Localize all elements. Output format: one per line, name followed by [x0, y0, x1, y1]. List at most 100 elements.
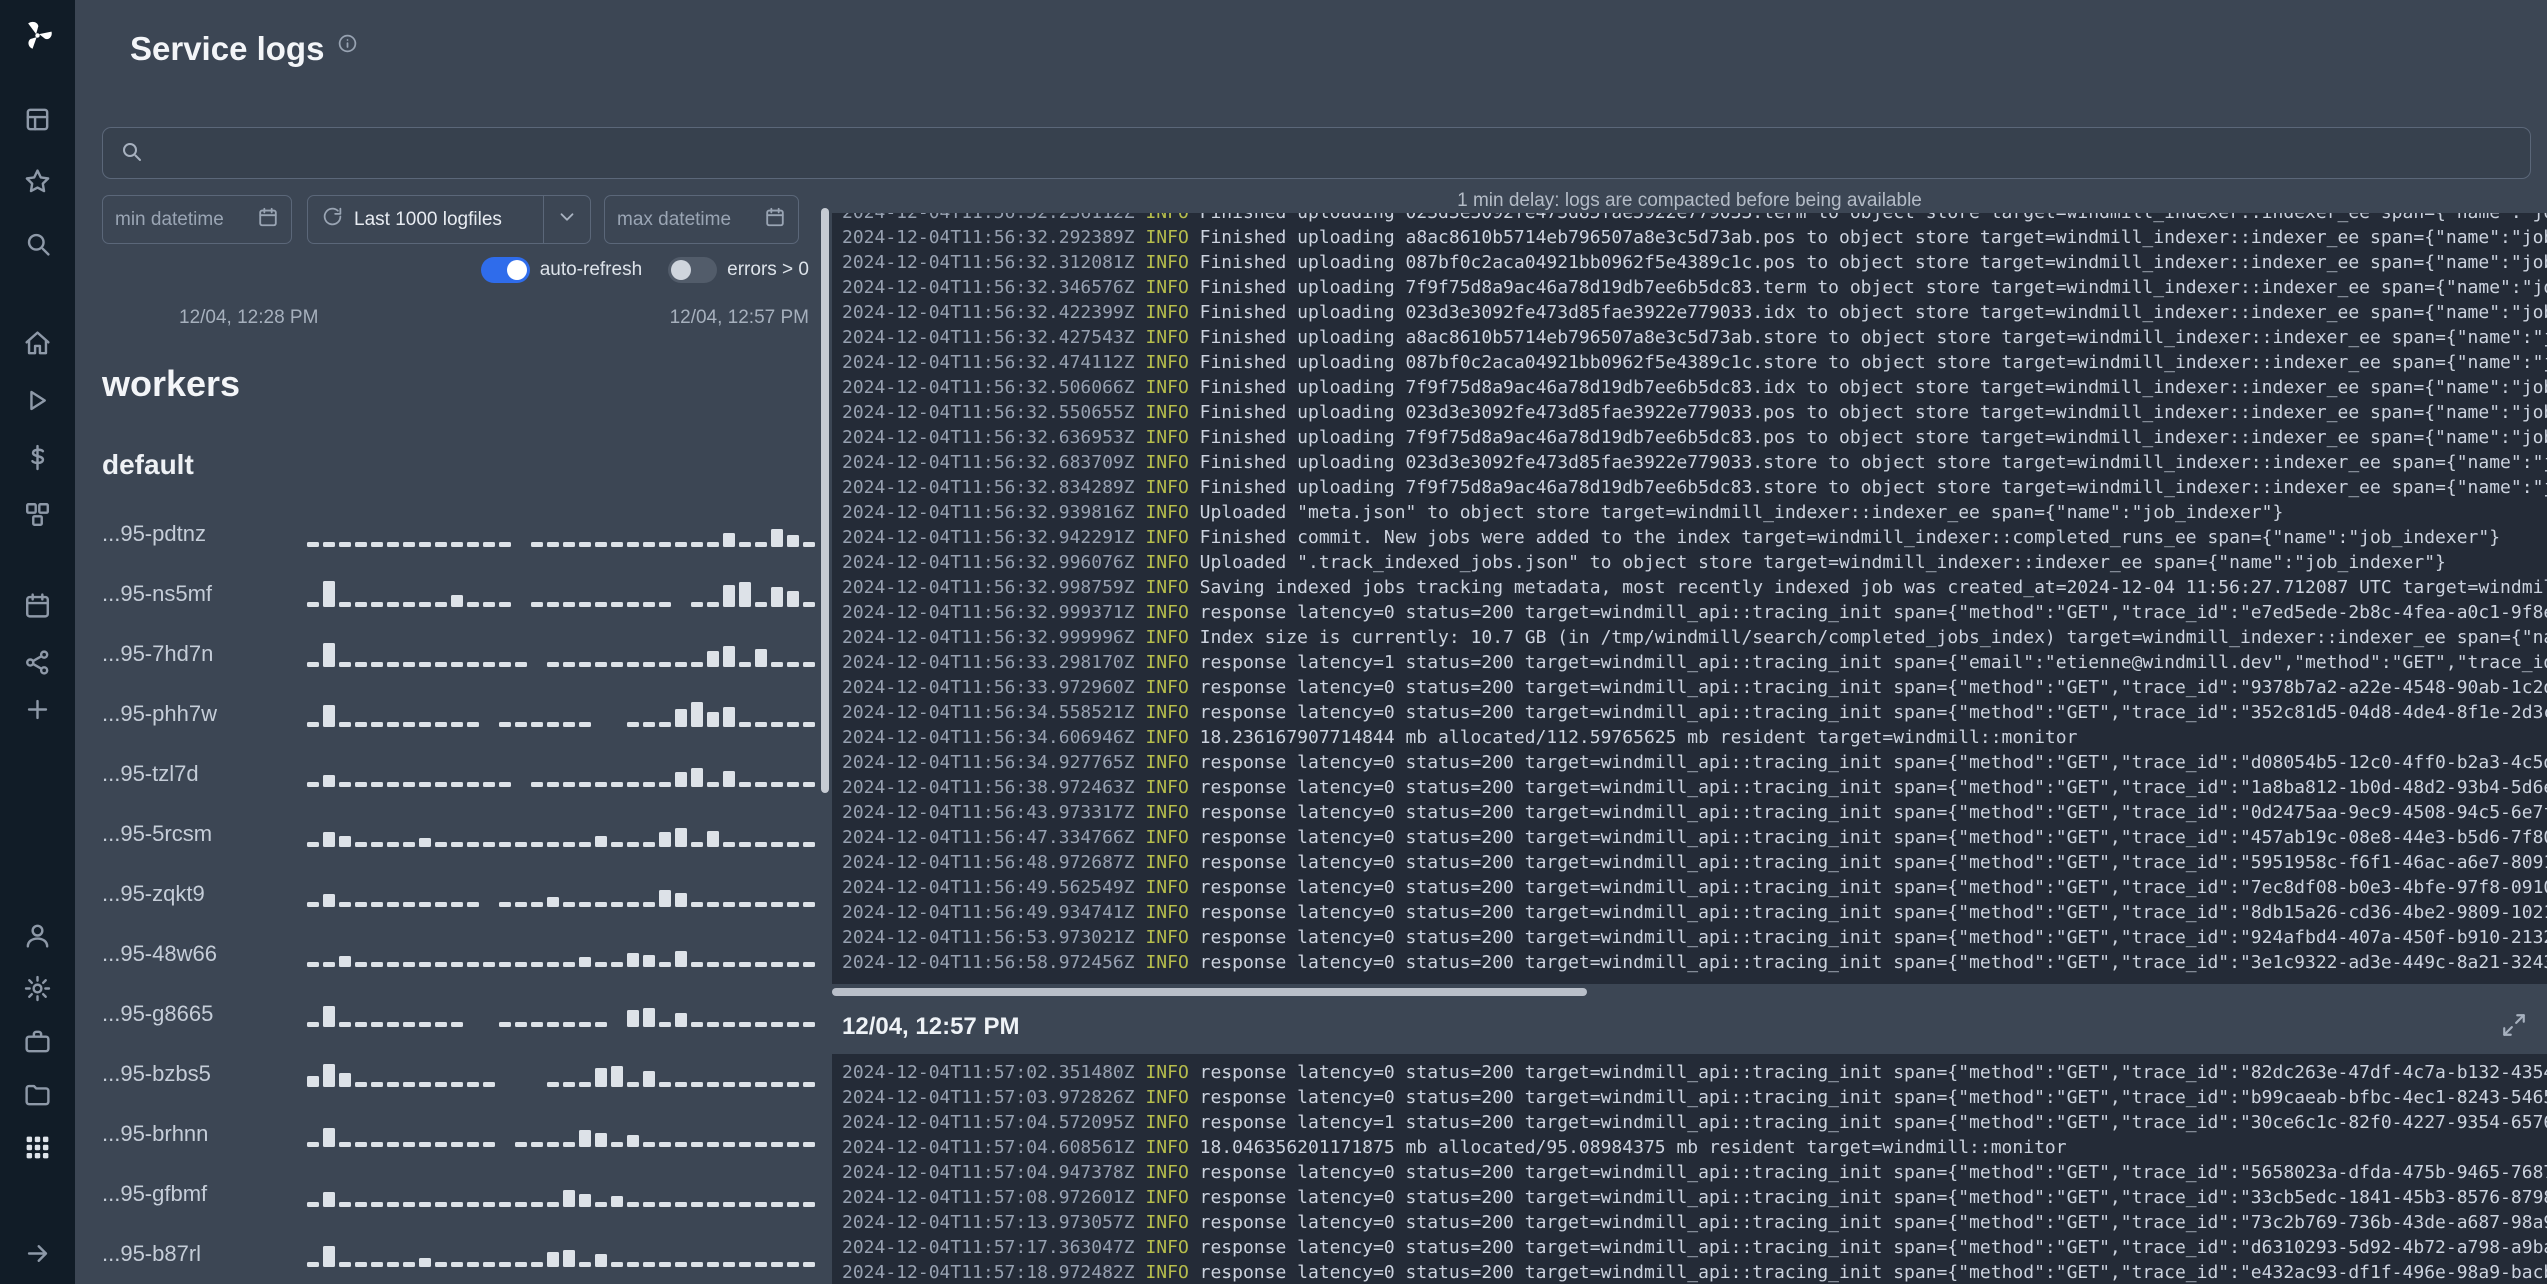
settings-gear-icon[interactable] [21, 971, 55, 1005]
activity-bar [371, 782, 383, 787]
log-line: 2024-12-04T11:57:04.947378Z INFO respons… [842, 1162, 2547, 1183]
activity-bar [739, 842, 751, 847]
runs-icon[interactable] [21, 383, 55, 417]
activity-bar [323, 894, 335, 907]
log-line: 2024-12-04T11:57:02.351480Z INFO respons… [842, 1062, 2547, 1083]
log-line: 2024-12-04T11:56:33.972960Z INFO respons… [842, 677, 2547, 698]
activity-bar [691, 1082, 703, 1087]
activity-bar [451, 722, 463, 727]
user-icon[interactable] [21, 918, 55, 952]
activity-bar [499, 662, 511, 667]
home-icon[interactable] [21, 326, 55, 360]
add-icon[interactable] [21, 692, 55, 726]
worker-row[interactable]: ...95-b87rl [102, 1223, 815, 1283]
activity-bar [739, 962, 751, 967]
activity-bar [371, 542, 383, 547]
worker-row[interactable]: ...95-5rcsm [102, 803, 815, 863]
worker-row[interactable]: ...95-gfbmf [102, 1163, 815, 1223]
worker-row[interactable]: ...95-brhnn [102, 1103, 815, 1163]
relations-icon[interactable] [21, 645, 55, 679]
worker-row[interactable]: ...95-pdtnz [102, 503, 815, 563]
activity-bar [435, 722, 447, 727]
activity-bar [579, 782, 591, 787]
activity-bar [659, 890, 671, 907]
activity-bar [531, 782, 543, 787]
calendar-icon[interactable] [764, 206, 786, 233]
apps-icon[interactable] [21, 102, 55, 136]
max-datetime-input[interactable]: max datetime [604, 195, 799, 244]
activity-bar [531, 722, 543, 727]
activity-bar [563, 902, 575, 907]
variables-icon[interactable] [21, 440, 55, 474]
worker-row[interactable]: ...95-g8665 [102, 983, 815, 1043]
activity-bar [419, 962, 431, 967]
activity-bar [515, 1022, 527, 1027]
resources-icon[interactable] [21, 497, 55, 531]
workspace-icon[interactable] [21, 1024, 55, 1058]
windmill-logo[interactable] [21, 18, 55, 52]
activity-bar [547, 1082, 559, 1087]
activity-bar [643, 842, 655, 847]
activity-bar [531, 542, 543, 547]
worker-row[interactable]: ...95-48w66 [102, 923, 815, 983]
folders-icon[interactable] [21, 1077, 55, 1111]
activity-bar [563, 1190, 575, 1207]
worker-row[interactable]: ...95-tzl7d [102, 743, 815, 803]
min-datetime-input[interactable]: min datetime [102, 195, 292, 244]
worker-list: ...95-pdtnz ...95-ns5mf ...95-7hd7n ...9… [102, 503, 815, 1283]
maximize-icon[interactable] [2501, 1012, 2527, 1043]
worker-row[interactable]: ...95-ns5mf [102, 563, 815, 623]
auto-refresh-toggle[interactable] [480, 257, 530, 283]
logfiles-dropdown-value: Last 1000 logfiles [354, 208, 502, 230]
log-line: 2024-12-04T11:57:03.972826Z INFO respons… [842, 1087, 2547, 1108]
worker-row[interactable]: ...95-phh7w [102, 683, 815, 743]
activity-bar [355, 902, 367, 907]
activity-bar [755, 962, 767, 967]
expand-sidebar-icon[interactable] [21, 1236, 55, 1270]
logfiles-chevron-button[interactable] [543, 196, 590, 243]
service-logs-icon[interactable] [21, 1130, 55, 1164]
activity-bar [803, 962, 815, 967]
worker-row[interactable]: ...95-zqkt9 [102, 863, 815, 923]
log-line: 2024-12-04T11:56:58.972456Z INFO respons… [842, 952, 2547, 973]
search-icon[interactable] [21, 226, 55, 260]
worker-name: ...95-tzl7d [102, 761, 199, 786]
log-block-1[interactable]: 2024-12-04T11:56:32.236112Z INFO Finishe… [832, 213, 2547, 984]
activity-bar [435, 782, 447, 787]
activity-bar [659, 782, 671, 787]
activity-bar [387, 842, 399, 847]
activity-bar [307, 842, 319, 847]
log-line: 2024-12-04T11:56:43.973317Z INFO respons… [842, 802, 2547, 823]
activity-bar [323, 1064, 335, 1087]
activity-bar [723, 585, 735, 607]
log-block-2[interactable]: 2024-12-04T11:57:02.351480Z INFO respons… [832, 1054, 2547, 1284]
activity-bar [515, 1202, 527, 1207]
activity-bar [707, 902, 719, 907]
activity-bar [675, 1202, 687, 1207]
star-icon[interactable] [21, 164, 55, 198]
activity-bar [547, 722, 559, 727]
activity-bar [435, 902, 447, 907]
activity-bar [707, 1082, 719, 1087]
activity-bar [723, 771, 735, 787]
vertical-scrollbar[interactable] [821, 208, 829, 793]
logfiles-dropdown[interactable]: Last 1000 logfiles [307, 195, 591, 244]
schedules-icon[interactable] [21, 588, 55, 622]
activity-bar [403, 962, 415, 967]
activity-bar [755, 902, 767, 907]
info-icon[interactable] [337, 33, 358, 59]
activity-bar [803, 602, 815, 607]
search-input[interactable] [155, 140, 2514, 166]
calendar-icon[interactable] [257, 206, 279, 233]
activity-bar [435, 962, 447, 967]
activity-bar [659, 722, 671, 727]
activity-bar [403, 1082, 415, 1087]
activity-bar [675, 828, 687, 847]
activity-bar [323, 775, 335, 787]
worker-row[interactable]: ...95-7hd7n [102, 623, 815, 683]
activity-bar [803, 842, 815, 847]
horizontal-scrollbar[interactable] [832, 988, 1587, 996]
log-line: 2024-12-04T11:56:47.334766Z INFO respons… [842, 827, 2547, 848]
errors-only-toggle[interactable] [668, 257, 718, 283]
worker-row[interactable]: ...95-bzbs5 [102, 1043, 815, 1103]
